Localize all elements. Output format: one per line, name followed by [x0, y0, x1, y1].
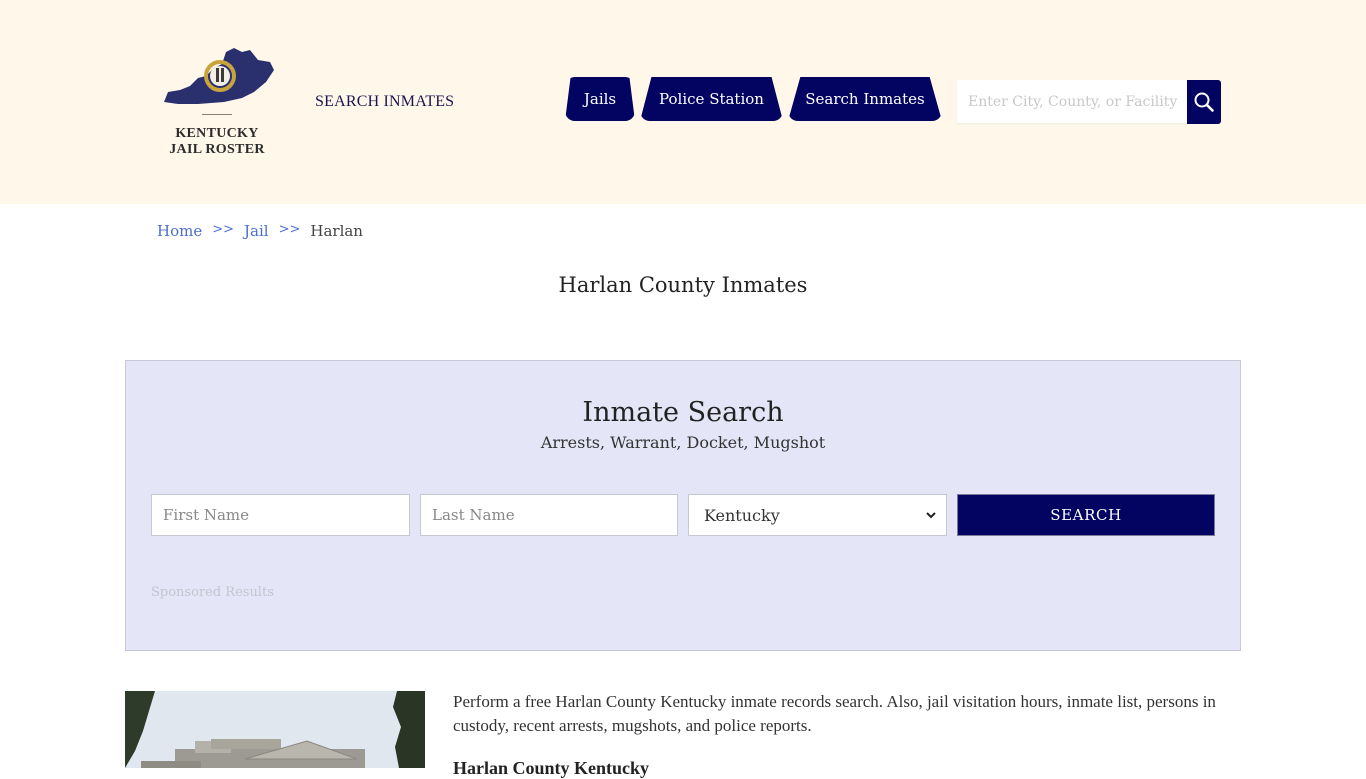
nav-tab-police-station[interactable]: Police Station [640, 77, 783, 121]
search-button[interactable]: SEARCH [957, 494, 1215, 536]
page-title: Harlan County Inmates [558, 273, 808, 297]
intro-paragraph: Perform a free Harlan County Kentucky in… [453, 692, 1216, 735]
courthouse-image [125, 691, 425, 768]
first-name-field [151, 494, 410, 536]
first-name-input[interactable] [152, 495, 409, 535]
facility-search-input[interactable] [957, 80, 1187, 123]
inmate-search-subtitle: Arrests, Warrant, Docket, Mugshot [540, 433, 826, 452]
kentucky-map-icon [164, 48, 274, 104]
breadcrumb-current: Harlan [310, 222, 363, 240]
state-select[interactable]: Kentucky [688, 494, 947, 536]
courthouse-photo [125, 691, 425, 768]
breadcrumb-separator: >> [278, 222, 301, 237]
logo-text-line2: JAIL ROSTER [169, 142, 265, 157]
nav-tab-search-inmates[interactable]: Search Inmates [788, 77, 942, 121]
inmate-search-title: Inmate Search [582, 397, 784, 428]
last-name-input[interactable] [421, 495, 677, 535]
search-inmates-link[interactable]: SEARCH INMATES [315, 93, 454, 111]
logo-divider [202, 114, 232, 115]
site-logo[interactable]: KENTUCKY JAIL ROSTER [158, 46, 276, 162]
section-heading: Harlan County Kentucky [453, 758, 650, 778]
sponsored-results-label: Sponsored Results [151, 585, 274, 600]
facility-search-button[interactable] [1187, 80, 1221, 124]
search-icon [1194, 92, 1214, 112]
inmate-search-panel: Inmate Search Arrests, Warrant, Docket, … [125, 360, 1241, 651]
chevron-down-icon [926, 512, 936, 519]
state-select-value: Kentucky [704, 505, 780, 525]
breadcrumb: Home >> Jail >> Harlan [157, 222, 363, 240]
nav-tab-label: Jails [583, 90, 617, 108]
breadcrumb-jail[interactable]: Jail [244, 222, 269, 240]
nav-tab-label: Search Inmates [805, 90, 925, 108]
logo-text-line1: KENTUCKY [175, 126, 259, 141]
nav-tab-jails[interactable]: Jails [565, 77, 635, 121]
logo-text: KENTUCKY JAIL ROSTER [158, 126, 276, 158]
breadcrumb-separator: >> [212, 222, 235, 237]
breadcrumb-home[interactable]: Home [157, 222, 202, 240]
last-name-field [420, 494, 678, 536]
facility-search-field [957, 80, 1187, 123]
nav-tab-label: Police Station [659, 90, 764, 108]
site-header: KENTUCKY JAIL ROSTER SEARCH INMATES Jail… [0, 0, 1366, 204]
